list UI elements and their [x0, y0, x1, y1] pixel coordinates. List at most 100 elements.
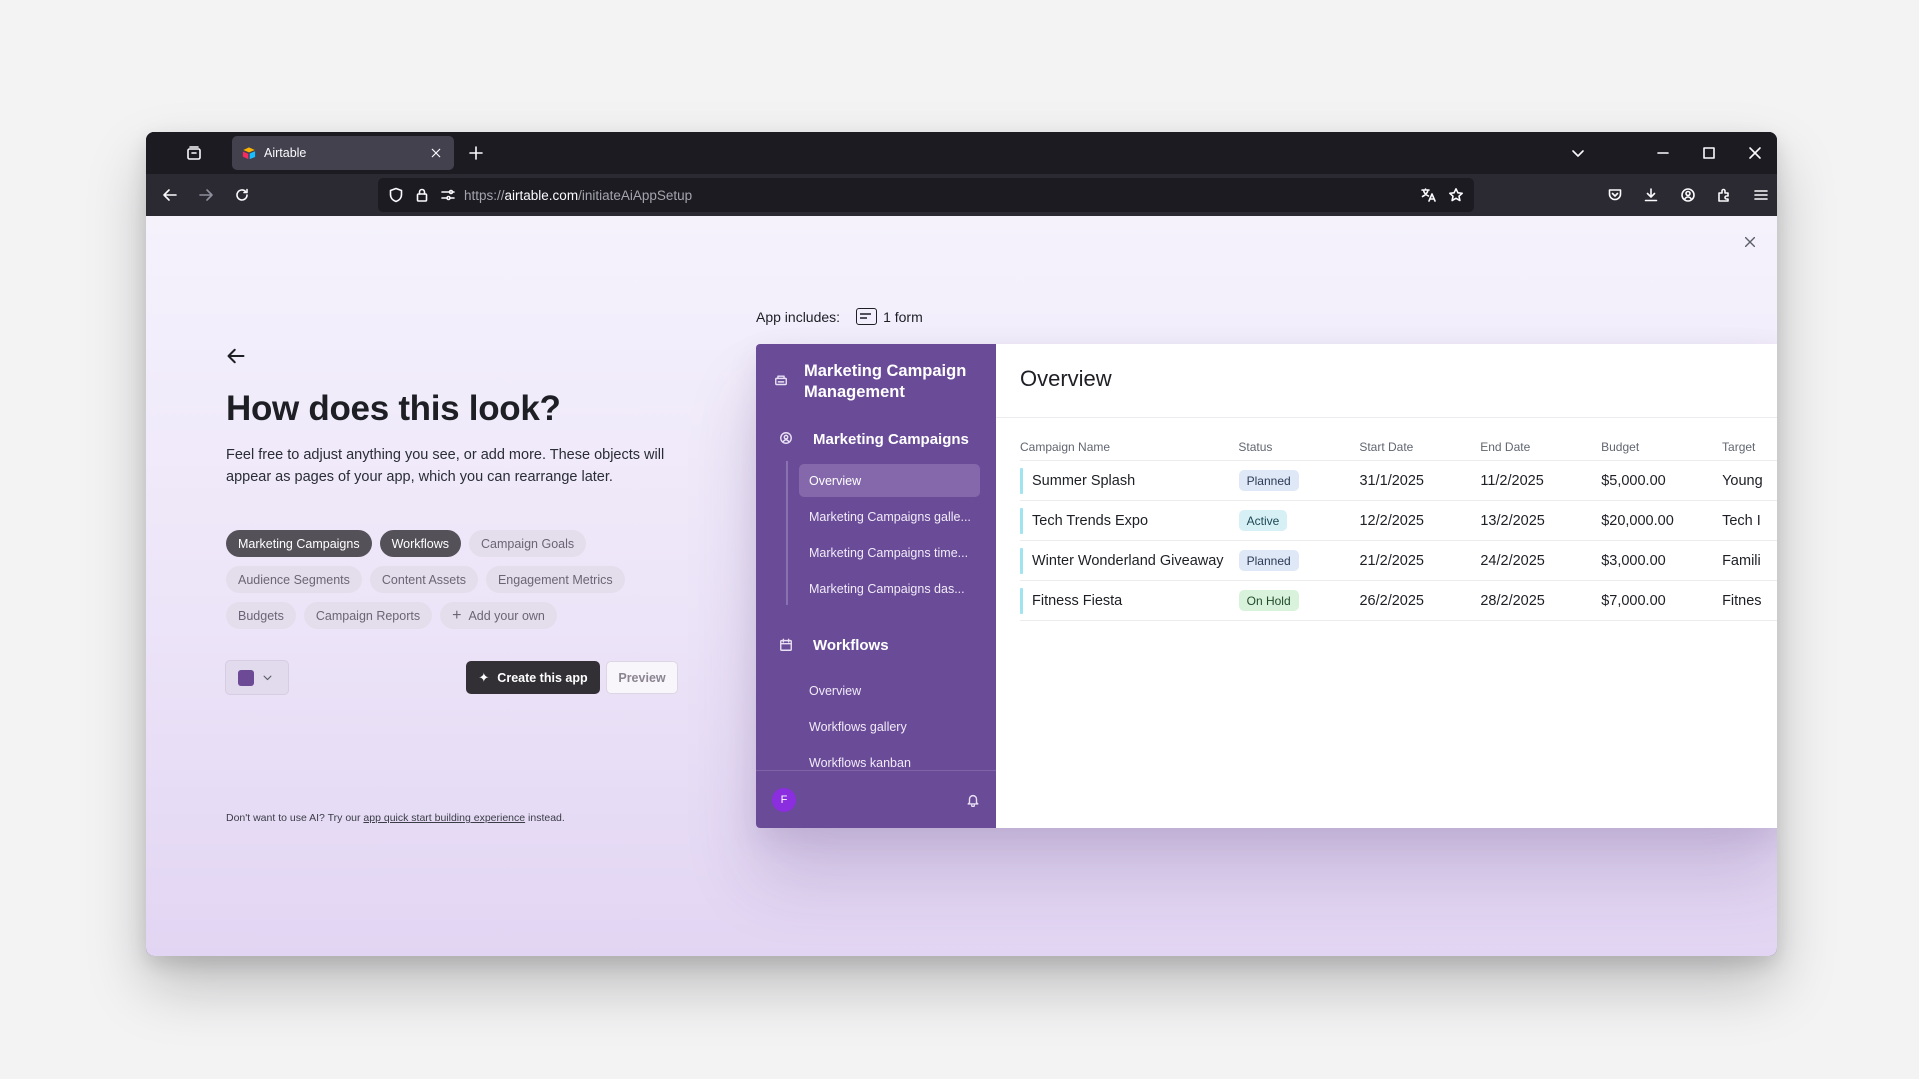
bell-icon[interactable]	[966, 793, 980, 807]
menu-hamburger-icon[interactable]	[1753, 187, 1769, 203]
preview-nav-item[interactable]: Marketing Campaigns das...	[799, 572, 980, 605]
column-header[interactable]: Budget	[1601, 440, 1722, 454]
preview-sidebar: Marketing Campaign Management Marketing …	[756, 344, 996, 828]
shield-icon[interactable]	[388, 187, 404, 203]
app-includes: App includes: 1 form	[756, 308, 923, 325]
footnote: Don't want to use AI? Try our app quick …	[226, 812, 565, 824]
table-row[interactable]: Winter Wonderland Giveaway Planned 21/2/…	[1020, 541, 1777, 581]
column-header[interactable]: Target	[1722, 440, 1777, 454]
back-arrow-icon[interactable]	[162, 187, 178, 203]
column-header[interactable]: Status	[1238, 440, 1359, 454]
preview-app-name: Marketing Campaign Management	[804, 362, 967, 401]
close-window-icon[interactable]	[1747, 145, 1763, 161]
footnote-suffix: instead.	[525, 812, 565, 824]
close-icon[interactable]	[1743, 235, 1757, 249]
cell-end-date: 24/2/2025	[1480, 552, 1545, 569]
section-icon	[779, 431, 793, 445]
downloads-icon[interactable]	[1643, 187, 1659, 203]
pocket-icon[interactable]	[1607, 187, 1623, 203]
chip-campaign-reports[interactable]: Campaign Reports	[303, 602, 433, 629]
cell-campaign-name: Tech Trends Expo	[1032, 512, 1149, 529]
cell-end-date: 28/2/2025	[1480, 592, 1545, 609]
preview-section-workflows[interactable]: Workflows	[813, 637, 889, 654]
status-badge: Planned	[1238, 470, 1299, 491]
campaign-table: Campaign Name Status Start Date End Date…	[1020, 434, 1777, 621]
column-header[interactable]: Campaign Name	[1020, 440, 1238, 454]
nav-toolbar: https://airtable.com/initiateAiAppSetup	[146, 174, 1777, 216]
cell-budget: $3,000.00	[1601, 552, 1666, 569]
color-picker-button[interactable]	[225, 660, 289, 695]
preview-nav-item[interactable]: Marketing Campaigns time...	[799, 536, 980, 569]
color-swatch	[238, 669, 254, 686]
chip-workflows[interactable]: Workflows	[379, 530, 462, 557]
row-color-bar	[1020, 508, 1023, 534]
row-color-bar	[1020, 548, 1023, 574]
chip-engagement-metrics[interactable]: Engagement Metrics	[485, 566, 625, 593]
maximize-icon[interactable]	[1701, 145, 1717, 161]
cell-start-date: 21/2/2025	[1359, 552, 1424, 569]
bookmark-star-icon[interactable]	[1448, 187, 1464, 203]
column-header[interactable]: Start Date	[1359, 440, 1480, 454]
translate-icon[interactable]	[1420, 187, 1436, 203]
back-arrow-icon[interactable]	[226, 346, 246, 366]
cell-status: Active	[1238, 510, 1360, 531]
divider	[996, 417, 1777, 418]
extensions-icon[interactable]	[1716, 187, 1732, 203]
create-app-label: Create this app	[497, 670, 588, 685]
table-header: Campaign Name Status Start Date End Date…	[1020, 434, 1777, 461]
chip-content-assets[interactable]: Content Assets	[369, 566, 478, 593]
url-bar[interactable]: https://airtable.com/initiateAiAppSetup	[378, 178, 1474, 212]
forward-arrow-icon[interactable]	[198, 187, 214, 203]
reload-icon[interactable]	[234, 187, 250, 203]
preview-nav-item[interactable]: Marketing Campaigns galle...	[799, 500, 980, 533]
cell-budget: $7,000.00	[1601, 592, 1666, 609]
new-tab-icon[interactable]	[468, 145, 484, 161]
table-row[interactable]: Summer Splash Planned 31/1/2025 11/2/202…	[1020, 461, 1777, 501]
cell-campaign-name: Winter Wonderland Giveaway	[1032, 552, 1224, 569]
footnote-prefix: Don't want to use AI? Try our	[226, 812, 364, 824]
tab-title: Airtable	[264, 146, 307, 160]
airtable-logo-icon	[242, 146, 256, 160]
chip-campaign-goals[interactable]: Campaign Goals	[469, 530, 587, 557]
table-row[interactable]: Tech Trends Expo Active 12/2/2025 13/2/2…	[1020, 501, 1777, 541]
tab-manager-icon[interactable]	[186, 145, 202, 161]
cell-start-date: 31/1/2025	[1359, 472, 1424, 489]
chip-marketing-campaigns[interactable]: Marketing Campaigns	[226, 530, 372, 557]
cell-target: Tech I	[1722, 512, 1761, 529]
cell-status: Planned	[1238, 470, 1360, 491]
preview-main: Overview Campaign Name Status Start Date…	[996, 344, 1777, 828]
cell-campaign-name: Summer Splash	[1032, 472, 1136, 489]
cell-end-date: 11/2/2025	[1480, 472, 1544, 489]
row-color-bar	[1020, 588, 1023, 614]
url-text[interactable]: https://airtable.com/initiateAiAppSetup	[464, 188, 692, 203]
create-app-button[interactable]: ✦ Create this app	[466, 661, 600, 694]
tab-airtable[interactable]: Airtable	[232, 136, 454, 170]
close-tab-icon[interactable]	[428, 145, 444, 161]
app-preview: Marketing Campaign Management Marketing …	[756, 344, 1777, 828]
lock-icon[interactable]	[414, 187, 430, 203]
chip-audience-segments[interactable]: Audience Segments	[226, 566, 362, 593]
add-your-own-button[interactable]: + Add your own	[440, 602, 557, 629]
preview-section-marketing-campaigns[interactable]: Marketing Campaigns	[813, 431, 969, 448]
table-row[interactable]: Fitness Fiesta On Hold 26/2/2025 28/2/20…	[1020, 581, 1777, 621]
minimize-icon[interactable]	[1655, 145, 1671, 161]
chip-budgets[interactable]: Budgets	[226, 602, 296, 629]
preview-nav-item[interactable]: Overview	[799, 674, 980, 707]
status-badge: Planned	[1238, 550, 1299, 571]
form-icon	[856, 308, 878, 325]
list-tabs-chevron-icon[interactable]	[1570, 145, 1586, 161]
column-header[interactable]: End Date	[1480, 440, 1601, 454]
permissions-icon[interactable]	[440, 187, 456, 203]
preview-button[interactable]: Preview	[606, 661, 678, 694]
quick-start-link[interactable]: app quick start building experience	[363, 812, 525, 824]
section-guide-line	[786, 461, 788, 605]
cell-campaign-name: Fitness Fiesta	[1032, 592, 1123, 609]
preview-sidebar-footer: F	[756, 770, 996, 828]
cell-target: Famili	[1722, 552, 1761, 569]
avatar[interactable]: F	[772, 788, 796, 812]
account-icon[interactable]	[1680, 187, 1696, 203]
preview-nav-item[interactable]: Workflows gallery	[799, 710, 980, 743]
preview-nav-item[interactable]: Overview	[799, 464, 980, 497]
app-includes-label: App includes:	[756, 308, 841, 325]
preview-page-title: Overview	[1020, 366, 1112, 391]
